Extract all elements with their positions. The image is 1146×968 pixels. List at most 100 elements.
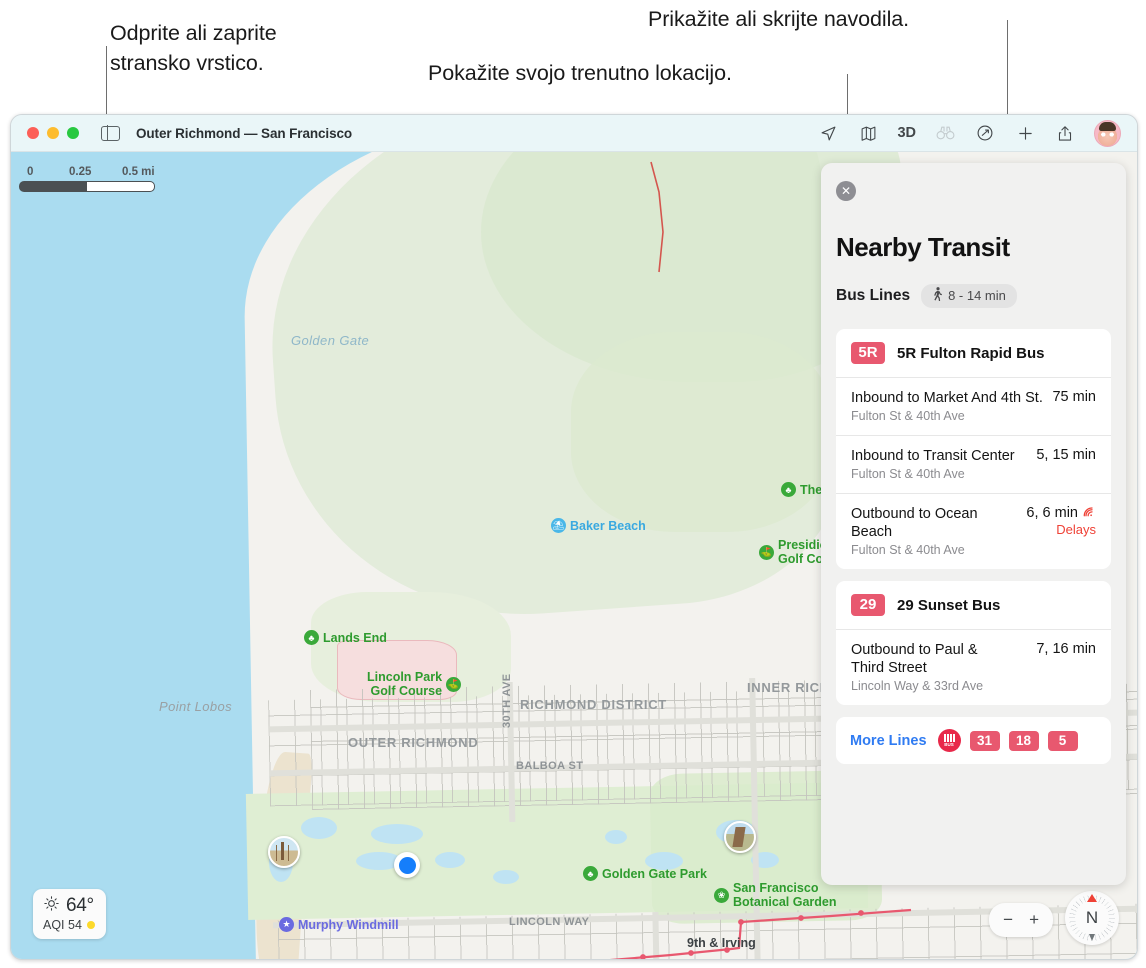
- zoom-out-button[interactable]: −: [1003, 910, 1013, 930]
- departure-stop: Fulton St & 40th Ave: [851, 409, 965, 423]
- map-pond: [605, 830, 627, 844]
- weather-aqi: AQI 54: [43, 918, 82, 932]
- window-titlebar: Outer Richmond — San Francisco 3D: [11, 115, 1137, 152]
- poi-the-presidio[interactable]: ♣ The: [781, 482, 822, 497]
- aqi-level-dot: [86, 921, 95, 929]
- poi-label: Lands End: [323, 630, 387, 645]
- toolbar: 3D: [817, 119, 1127, 147]
- sidebar-toggle-icon[interactable]: [101, 125, 120, 141]
- scale-label-mid: 0.25: [69, 166, 92, 178]
- departure-stop: Fulton St & 40th Ave: [851, 467, 965, 481]
- zoom-in-button[interactable]: +: [1029, 910, 1039, 930]
- poi-lincoln-park-golf-course[interactable]: ⛳ Lincoln Park Golf Course: [367, 670, 462, 698]
- departure-row[interactable]: Inbound to Transit Center Fulton St & 40…: [836, 436, 1111, 494]
- departure-times: 5, 15 min: [1036, 447, 1096, 463]
- poi-sf-botanical-garden[interactable]: ❀ San Francisco Botanical Garden: [714, 881, 837, 909]
- departure-row[interactable]: Inbound to Market And 4th St. Fulton St …: [836, 378, 1111, 436]
- maximize-window-button[interactable]: [67, 127, 79, 139]
- departure-stop: Fulton St & 40th Ave: [851, 543, 965, 557]
- callout-sidebar-leader-line: [106, 46, 107, 118]
- transit-line-card: 5R 5R Fulton Rapid Bus Inbound to Market…: [836, 329, 1111, 569]
- sun-icon: [43, 895, 60, 917]
- three-d-toggle-button[interactable]: 3D: [897, 122, 916, 144]
- binoculars-icon[interactable]: [934, 122, 956, 144]
- map-pond: [493, 870, 519, 884]
- tree-icon: ♣: [583, 866, 598, 881]
- close-icon[interactable]: ✕: [836, 181, 856, 201]
- map-pond: [301, 817, 337, 839]
- poi-lands-end[interactable]: ♣ Lands End: [304, 630, 387, 645]
- departure-times: 7, 16 min: [1036, 641, 1096, 657]
- callout-location-text: Pokažite svojo trenutno lokacijo.: [428, 61, 732, 85]
- share-icon[interactable]: [1054, 122, 1076, 144]
- line-badge: 5R: [851, 342, 885, 364]
- poi-golden-gate-park[interactable]: ♣ Golden Gate Park: [583, 866, 707, 881]
- bus-icon-label: BUS: [944, 741, 954, 747]
- tree-icon: ♣: [781, 482, 796, 497]
- more-lines-link[interactable]: More Lines: [850, 733, 927, 749]
- plus-icon[interactable]: [1014, 122, 1036, 144]
- more-lines-row[interactable]: More Lines BUS 31 18 5: [836, 717, 1111, 764]
- map-layers-icon[interactable]: [857, 122, 879, 144]
- directions-icon[interactable]: [974, 122, 996, 144]
- walk-time-text: 8 - 14 min: [948, 288, 1006, 303]
- more-line-badge-18[interactable]: 18: [1008, 730, 1039, 751]
- tower-marker[interactable]: [724, 821, 756, 853]
- walking-person-icon: [932, 287, 943, 304]
- windmill-marker[interactable]: [268, 836, 300, 868]
- departure-times: 6, 6 min: [1026, 505, 1078, 521]
- golf-icon: ⛳: [446, 676, 462, 692]
- weather-temperature: 64°: [66, 895, 94, 916]
- map-pond: [371, 824, 423, 844]
- departure-stop: Lincoln Way & 33rd Ave: [851, 679, 984, 693]
- weather-widget[interactable]: 64° AQI 54: [33, 889, 106, 939]
- line-header[interactable]: 5R 5R Fulton Rapid Bus: [836, 329, 1111, 378]
- departure-destination: Outbound to Ocean Beach: [851, 506, 978, 540]
- beach-icon: ⛱: [551, 518, 566, 533]
- compass-north-needle: [1087, 894, 1097, 902]
- panel-subheader: Bus Lines 8 - 14 min: [836, 284, 1017, 308]
- maps-window: Outer Richmond — San Francisco 3D Golden…: [10, 114, 1138, 960]
- more-line-badge-5[interactable]: 5: [1047, 730, 1078, 751]
- scale-label-zero: 0: [27, 166, 34, 178]
- callout-sidebar-text: Odprite ali zaprite stransko vrstico.: [110, 21, 277, 75]
- map-scale-bar: 0 0.25 0.5 mi: [19, 166, 155, 192]
- departure-destination: Inbound to Transit Center: [851, 448, 1015, 464]
- poi-label: Lincoln Park Golf Course: [367, 670, 443, 698]
- map-compass[interactable]: N: [1065, 891, 1119, 945]
- map-canvas[interactable]: Golden Gate Point Lobos RICHMOND DISTRIC…: [11, 152, 1137, 959]
- transit-line-card: 29 29 Sunset Bus Outbound to Paul & Thir…: [836, 581, 1111, 705]
- poi-murphy-windmill[interactable]: ★ Murphy Windmill: [279, 917, 399, 932]
- map-label-point-lobos: Point Lobos: [159, 699, 233, 714]
- tree-icon: ♣: [304, 630, 319, 645]
- departure-delay: Delays: [1056, 522, 1096, 537]
- poi-presidio-golf-course[interactable]: ⛳ Presidio Golf Cou: [759, 538, 831, 566]
- avatar[interactable]: [1094, 119, 1121, 147]
- bus-icon[interactable]: BUS: [937, 729, 961, 752]
- bus-glyph: [942, 733, 956, 742]
- map-label-outer-richmond: OUTER RICHMOND: [348, 735, 479, 750]
- departure-row[interactable]: Outbound to Paul & Third Street Lincoln …: [836, 630, 1111, 705]
- poi-label: San Francisco Botanical Garden: [733, 881, 837, 909]
- flower-icon: ❀: [714, 887, 729, 903]
- poi-baker-beach[interactable]: ⛱ Baker Beach: [551, 518, 646, 533]
- departure-destination: Outbound to Paul & Third Street: [851, 642, 978, 676]
- line-name: 29 Sunset Bus: [897, 596, 1001, 614]
- map-label-30th-ave: 30TH AVE: [501, 673, 513, 728]
- minimize-window-button[interactable]: [47, 127, 59, 139]
- compass-south-needle: [1089, 934, 1095, 941]
- more-line-badge-31[interactable]: 31: [969, 730, 1000, 751]
- departure-row[interactable]: Outbound to Ocean Beach Fulton St & 40th…: [836, 494, 1111, 569]
- callout-directions-text: Prikažite ali skrijte navodila.: [648, 7, 909, 31]
- line-header[interactable]: 29 29 Sunset Bus: [836, 581, 1111, 630]
- current-location-dot: [394, 852, 420, 878]
- location-arrow-icon[interactable]: [817, 122, 839, 144]
- close-window-button[interactable]: [27, 127, 39, 139]
- line-name: 5R Fulton Rapid Bus: [897, 344, 1045, 362]
- scale-bar-graphic: [19, 181, 155, 192]
- nearby-transit-panel: ✕ Nearby Transit Bus Lines 8 - 14 min 5R…: [821, 163, 1126, 885]
- departure-times: 75 min: [1052, 389, 1096, 405]
- map-zoom-controls[interactable]: − +: [989, 903, 1053, 937]
- map-pond: [435, 852, 465, 868]
- poi-label: Baker Beach: [570, 518, 646, 533]
